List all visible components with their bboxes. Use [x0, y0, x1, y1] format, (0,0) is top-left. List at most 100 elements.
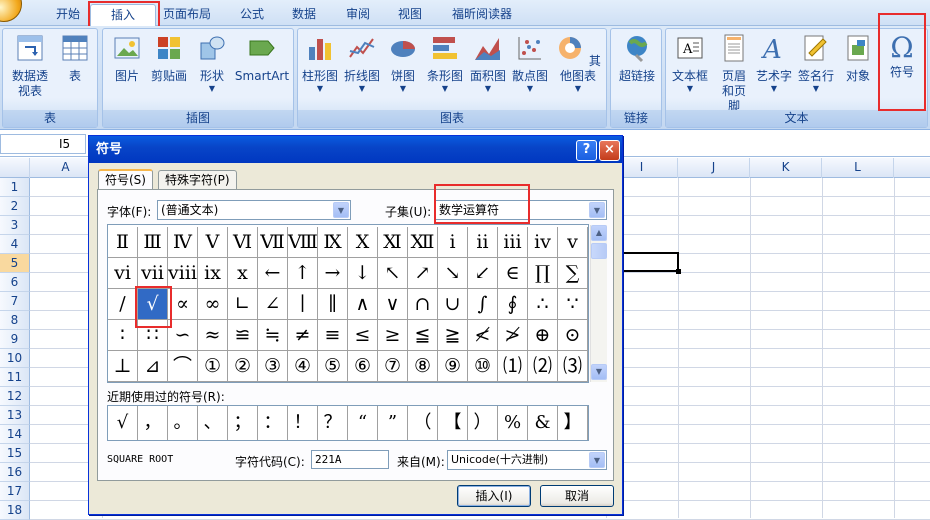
hyperlink-button[interactable]: 超链接 — [615, 33, 659, 84]
recent-symbol-cell[interactable]: ） — [468, 406, 498, 440]
symbol-cell[interactable]: ⊙ — [558, 320, 588, 351]
symbol-cell[interactable]: ∠ — [258, 289, 288, 320]
symbol-cell[interactable]: Ⅺ — [378, 227, 408, 258]
symbol-cell[interactable]: ↘ — [438, 258, 468, 289]
tab-home[interactable]: 开始 — [48, 4, 88, 26]
symbol-cell[interactable]: Ⅳ — [168, 227, 198, 258]
symbol-cell[interactable]: ∑ — [558, 258, 588, 289]
row-header[interactable]: 18 — [0, 501, 30, 520]
recent-symbol-cell[interactable]: ： — [258, 406, 288, 440]
symbol-cell[interactable]: ⑵ — [528, 351, 558, 382]
recent-symbol-cell[interactable]: % — [498, 406, 528, 440]
symbol-cell[interactable]: Ⅴ — [198, 227, 228, 258]
recent-symbol-cell[interactable]: 】 — [558, 406, 588, 440]
symbol-cell[interactable]: Ⅸ — [318, 227, 348, 258]
column-header-k[interactable]: K — [750, 158, 822, 178]
symbol-cell[interactable]: ∟ — [228, 289, 258, 320]
symbol-cell[interactable]: Ⅹ — [348, 227, 378, 258]
symbol-cell[interactable]: ≥ — [378, 320, 408, 351]
symbol-cell[interactable]: ② — [228, 351, 258, 382]
symbol-cell[interactable]: ≮ — [468, 320, 498, 351]
symbol-cell[interactable]: ∪ — [438, 289, 468, 320]
cancel-button[interactable]: 取消 — [540, 485, 614, 507]
office-button[interactable] — [0, 0, 22, 22]
tab-special-characters[interactable]: 特殊字符(P) — [158, 170, 237, 190]
from-select[interactable]: Unicode(十六进制) ▼ — [447, 450, 607, 470]
symbol-cell[interactable]: → — [318, 258, 348, 289]
symbol-cell[interactable]: Ⅲ — [138, 227, 168, 258]
row-header[interactable]: 3 — [0, 216, 30, 235]
scroll-thumb[interactable] — [591, 243, 607, 259]
symbol-cell[interactable]: ≦ — [408, 320, 438, 351]
symbol-cell[interactable]: ∽ — [168, 320, 198, 351]
symbol-cell[interactable]: ⑥ — [348, 351, 378, 382]
recent-symbol-cell[interactable]: ？ — [318, 406, 348, 440]
symbol-cell[interactable]: ⊥ — [108, 351, 138, 382]
tab-foxit[interactable]: 福昕阅读器 — [444, 4, 520, 26]
clip-art-button[interactable]: 剪贴画 — [149, 33, 189, 84]
recent-symbol-cell[interactable]: ， — [138, 406, 168, 440]
recent-symbol-cell[interactable]: “ — [348, 406, 378, 440]
insert-button[interactable]: 插入(I) — [457, 485, 531, 507]
scroll-down-icon[interactable]: ▼ — [591, 364, 607, 380]
header-footer-button[interactable]: 页眉和页脚 — [714, 33, 754, 114]
symbol-cell[interactable]: ⅹ — [228, 258, 258, 289]
symbol-cell[interactable]: Ⅵ — [228, 227, 258, 258]
symbol-cell[interactable]: ≤ — [348, 320, 378, 351]
symbol-cell[interactable]: ⑤ — [318, 351, 348, 382]
symbol-cell[interactable]: ∏ — [528, 258, 558, 289]
tab-view[interactable]: 视图 — [390, 4, 430, 26]
symbol-cell[interactable]: ≌ — [228, 320, 258, 351]
font-select[interactable]: (普通文本) ▼ — [157, 200, 351, 220]
name-box[interactable]: I5 — [0, 134, 86, 154]
symbol-cell[interactable]: ↖ — [378, 258, 408, 289]
recent-symbol-cell[interactable]: 。 — [168, 406, 198, 440]
tab-data[interactable]: 数据 — [284, 4, 324, 26]
row-header[interactable]: 11 — [0, 368, 30, 387]
symbol-cell[interactable]: ↑ — [288, 258, 318, 289]
smartart-button[interactable]: SmartArt — [233, 33, 291, 84]
row-header[interactable]: 14 — [0, 425, 30, 444]
textbox-button[interactable]: A 文本框 ▼ — [668, 33, 712, 93]
object-button[interactable]: 对象 — [838, 33, 878, 84]
symbol-cell[interactable]: ≈ — [198, 320, 228, 351]
row-header[interactable]: 15 — [0, 444, 30, 463]
recent-symbol-cell[interactable]: ！ — [288, 406, 318, 440]
symbol-cell[interactable]: ⅱ — [468, 227, 498, 258]
tab-page-layout[interactable]: 页面布局 — [158, 4, 216, 26]
tab-symbols[interactable]: 符号(S) — [98, 169, 153, 190]
recent-symbol-cell[interactable]: ” — [378, 406, 408, 440]
line-chart-button[interactable]: 折线图 ▼ — [342, 33, 382, 93]
symbol-cell[interactable]: ≒ — [258, 320, 288, 351]
symbol-cell[interactable]: Ⅻ — [408, 227, 438, 258]
symbol-cell[interactable]: ⑦ — [378, 351, 408, 382]
close-button[interactable]: × — [599, 140, 620, 161]
row-header[interactable]: 17 — [0, 482, 30, 501]
symbol-cell[interactable]: Ⅶ — [258, 227, 288, 258]
symbol-cell[interactable]: ⅴ — [558, 227, 588, 258]
area-chart-button[interactable]: 面积图 ▼ — [468, 33, 508, 93]
symbol-cell[interactable]: ∝ — [168, 289, 198, 320]
row-header[interactable]: 8 — [0, 311, 30, 330]
symbol-cell[interactable]: Ⅱ — [108, 227, 138, 258]
scatter-chart-button[interactable]: 散点图 ▼ — [510, 33, 550, 93]
symbol-cell[interactable]: Ⅷ — [288, 227, 318, 258]
help-button[interactable]: ? — [576, 140, 597, 161]
row-header[interactable]: 12 — [0, 387, 30, 406]
symbol-cell[interactable]: ⅳ — [528, 227, 558, 258]
symbol-cell[interactable]: ⑴ — [498, 351, 528, 382]
tab-review[interactable]: 审阅 — [338, 4, 378, 26]
row-header[interactable]: 4 — [0, 235, 30, 254]
symbol-cell[interactable]: ∣ — [288, 289, 318, 320]
shapes-button[interactable]: 形状 ▼ — [193, 33, 231, 93]
symbol-cell[interactable]: ⑧ — [408, 351, 438, 382]
symbol-cell[interactable]: ④ — [288, 351, 318, 382]
wordart-button[interactable]: A 艺术字 ▼ — [754, 33, 794, 93]
symbol-cell[interactable]: ∈ — [498, 258, 528, 289]
symbol-cell[interactable]: ∩ — [408, 289, 438, 320]
pie-chart-button[interactable]: 饼图 ▼ — [384, 33, 422, 93]
recent-symbol-cell[interactable]: 、 — [198, 406, 228, 440]
symbol-cell[interactable]: ⑨ — [438, 351, 468, 382]
symbol-cell[interactable]: ③ — [258, 351, 288, 382]
symbol-cell[interactable]: ∵ — [558, 289, 588, 320]
